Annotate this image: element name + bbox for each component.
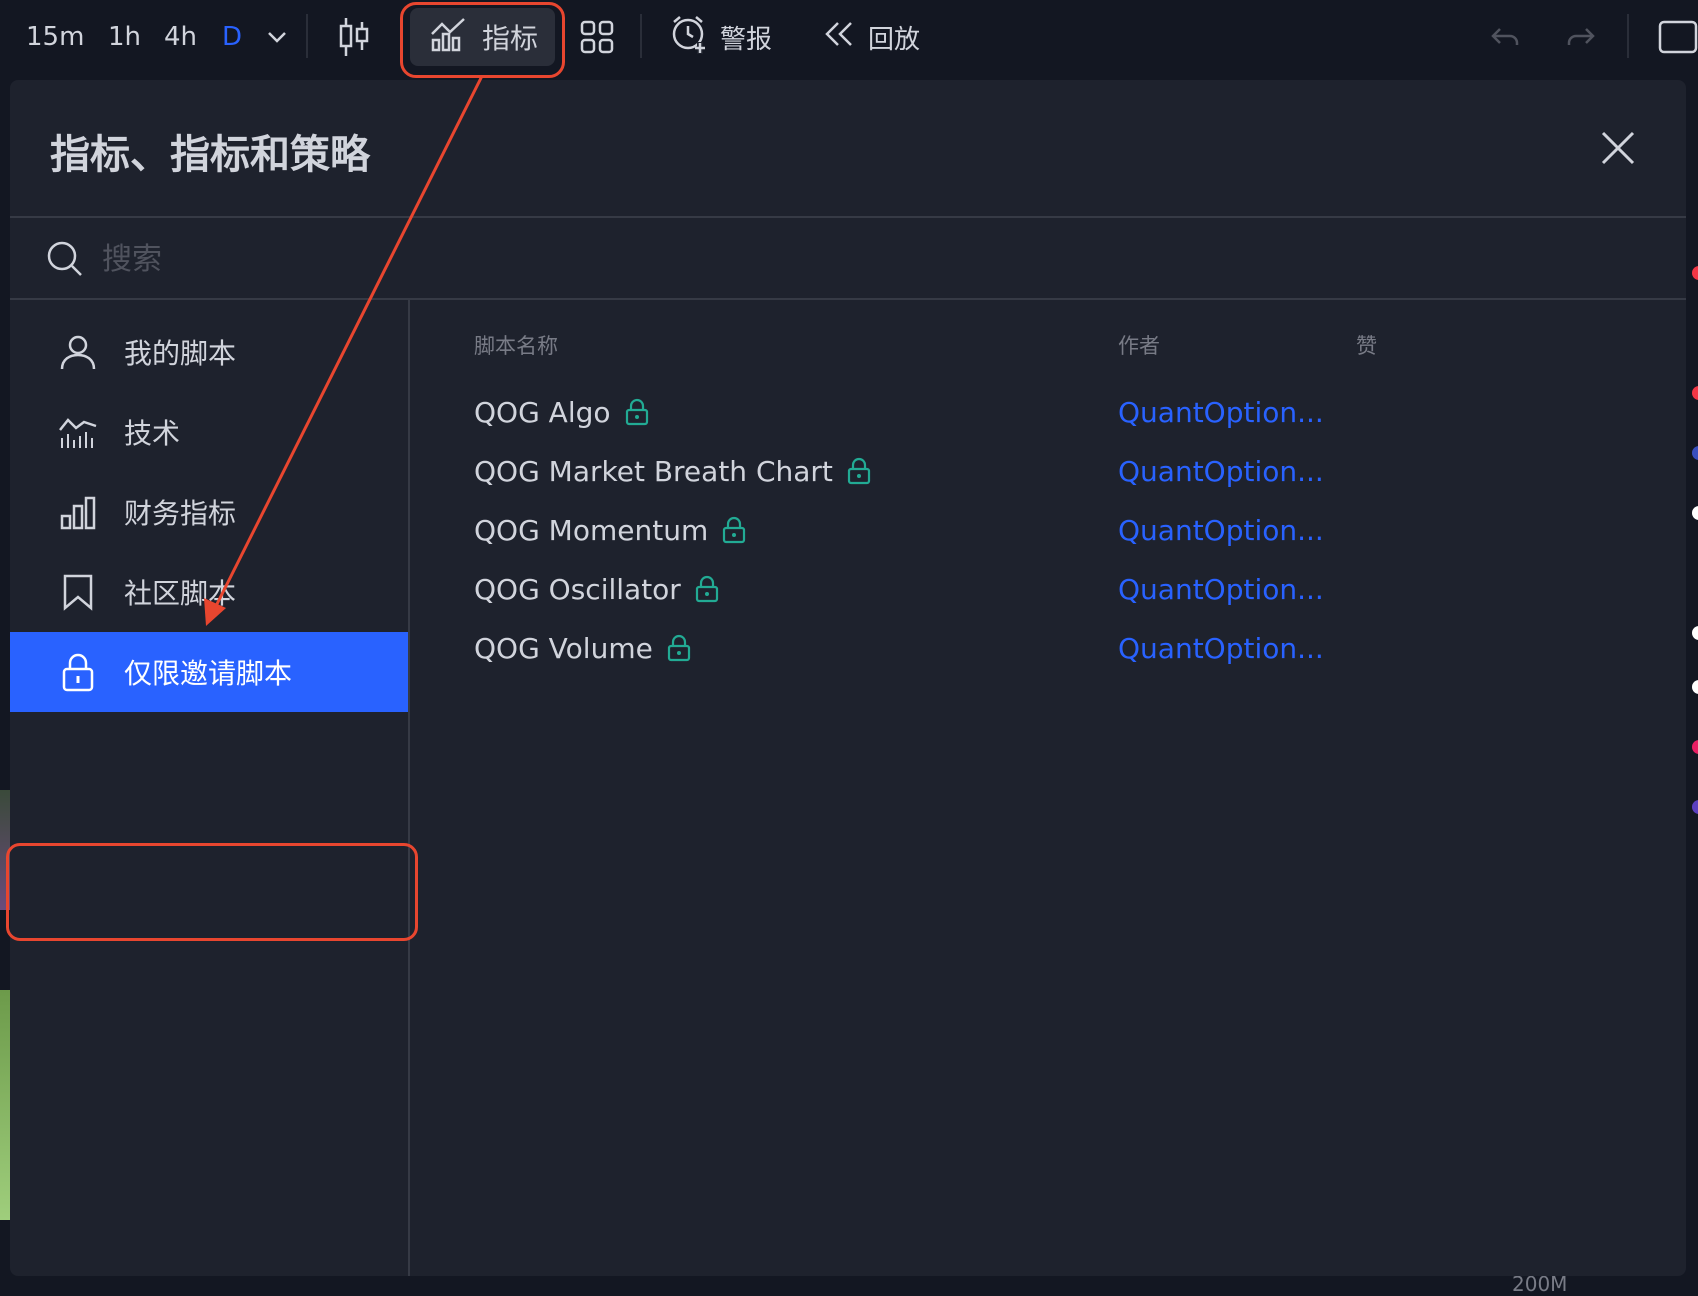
- invite-only-highlight-outline: [6, 843, 418, 941]
- script-name: QOG Oscillator: [474, 572, 681, 606]
- rewind-icon: [822, 19, 856, 56]
- redo-icon[interactable]: [1566, 0, 1596, 74]
- dialog-title: 指标、指标和策略: [50, 132, 370, 178]
- search-icon: [46, 240, 84, 278]
- search-input[interactable]: [102, 232, 1602, 286]
- undo-icon[interactable]: [1490, 0, 1520, 74]
- chart-bars-fragment: [0, 790, 10, 910]
- technical-chart-icon: [58, 412, 98, 452]
- lock-icon: [625, 398, 649, 426]
- chart-background-right: [1686, 80, 1698, 1290]
- script-list: 脚本名称 作者 赞 QOG Algo QuantOption... QOG Ma…: [410, 300, 1686, 1276]
- indicators-dialog: 指标、指标和策略 我的脚本: [6, 80, 1686, 1276]
- sidebar-item-community-scripts[interactable]: 社区脚本: [10, 552, 408, 632]
- layout-grid-icon[interactable]: [580, 0, 614, 74]
- replay-label: 回放: [868, 24, 921, 55]
- script-author-link[interactable]: QuantOption...: [1118, 500, 1324, 560]
- script-author-link[interactable]: QuantOption...: [1118, 559, 1324, 619]
- chart-bars-fragment: [0, 990, 10, 1220]
- alarm-clock-icon: [670, 14, 710, 61]
- script-name-cell: QOG Oscillator: [474, 559, 719, 619]
- script-author-link[interactable]: QuantOption...: [1118, 618, 1324, 678]
- script-name-cell: QOG Algo: [474, 382, 649, 442]
- bar-chart-icon: [58, 492, 98, 532]
- category-sidebar: 我的脚本 技术 财务指标 社区脚本 仅限邀请脚本: [6, 300, 418, 1276]
- price-marker-dot: [1692, 446, 1698, 460]
- alert-button[interactable]: 警报: [670, 0, 772, 74]
- search-row: [10, 218, 1686, 300]
- sidebar-item-label: 仅限邀请脚本: [124, 657, 293, 690]
- script-row[interactable]: QOG Market Breath Chart QuantOption...: [410, 441, 1686, 501]
- lock-icon: [58, 652, 98, 692]
- top-toolbar: 15m 1h 4h D 指标 警报 回放: [0, 0, 1698, 78]
- interval-dropdown-chevron-icon[interactable]: [266, 0, 288, 74]
- script-name-cell: QOG Market Breath Chart: [474, 441, 871, 501]
- script-name-cell: QOG Volume: [474, 618, 691, 678]
- script-row[interactable]: QOG Oscillator QuantOption...: [410, 559, 1686, 619]
- chart-background-left: [0, 80, 10, 1290]
- sidebar-item-technical[interactable]: 技术: [10, 392, 408, 472]
- sidebar-item-financials[interactable]: 财务指标: [10, 472, 408, 552]
- toolbar-divider: [1627, 14, 1629, 58]
- lock-icon: [722, 516, 746, 544]
- sidebar-item-label: 我的脚本: [124, 337, 237, 370]
- sidebar-item-label: 技术: [124, 417, 181, 450]
- sidebar-item-invite-only-scripts[interactable]: 仅限邀请脚本: [10, 632, 408, 712]
- sidebar-item-my-scripts[interactable]: 我的脚本: [10, 312, 408, 392]
- price-marker-dot: [1692, 800, 1698, 814]
- script-name-cell: QOG Momentum: [474, 500, 746, 560]
- replay-button[interactable]: 回放: [822, 0, 920, 74]
- alert-label: 警报: [720, 24, 773, 55]
- price-marker-dot: [1692, 680, 1698, 694]
- price-marker-dot: [1692, 266, 1698, 280]
- indicators-label: 指标: [482, 22, 539, 55]
- price-marker-dot: [1692, 506, 1698, 520]
- indicators-button[interactable]: 指标: [410, 8, 555, 66]
- toolbar-divider: [306, 14, 308, 58]
- candlestick-icon[interactable]: [338, 0, 370, 74]
- interval-1h[interactable]: 1h: [108, 0, 141, 74]
- toolbar-divider: [640, 14, 642, 58]
- script-name: QOG Volume: [474, 631, 653, 665]
- lock-icon: [847, 457, 871, 485]
- price-marker-dot: [1692, 386, 1698, 400]
- lock-icon: [667, 634, 691, 662]
- script-author-link[interactable]: QuantOption...: [1118, 382, 1324, 442]
- column-header-author[interactable]: 作者: [1118, 330, 1160, 360]
- bookmark-icon: [58, 572, 98, 612]
- interval-15m[interactable]: 15m: [26, 0, 84, 74]
- script-name: QOG Algo: [474, 395, 611, 429]
- user-icon: [58, 332, 98, 372]
- column-header-likes[interactable]: 赞: [1356, 330, 1377, 360]
- script-row[interactable]: QOG Momentum QuantOption...: [410, 500, 1686, 560]
- interval-4h[interactable]: 4h: [164, 0, 197, 74]
- sidebar-item-label: 财务指标: [124, 497, 237, 530]
- sidebar-item-label: 社区脚本: [124, 577, 237, 610]
- script-row[interactable]: QOG Algo QuantOption...: [410, 382, 1686, 442]
- close-icon[interactable]: [1600, 130, 1636, 166]
- indicator-chart-icon: [430, 16, 468, 59]
- script-name: QOG Momentum: [474, 513, 709, 547]
- price-marker-dot: [1692, 740, 1698, 754]
- price-marker-dot: [1692, 626, 1698, 640]
- chart-background-bottom: [0, 1276, 1698, 1290]
- lock-icon: [695, 575, 719, 603]
- interval-d[interactable]: D: [222, 0, 242, 74]
- script-author-link[interactable]: QuantOption...: [1118, 441, 1324, 501]
- column-header-name[interactable]: 脚本名称: [474, 330, 558, 360]
- fullscreen-icon[interactable]: [1658, 0, 1698, 74]
- script-row[interactable]: QOG Volume QuantOption...: [410, 618, 1686, 678]
- script-name: QOG Market Breath Chart: [474, 454, 833, 488]
